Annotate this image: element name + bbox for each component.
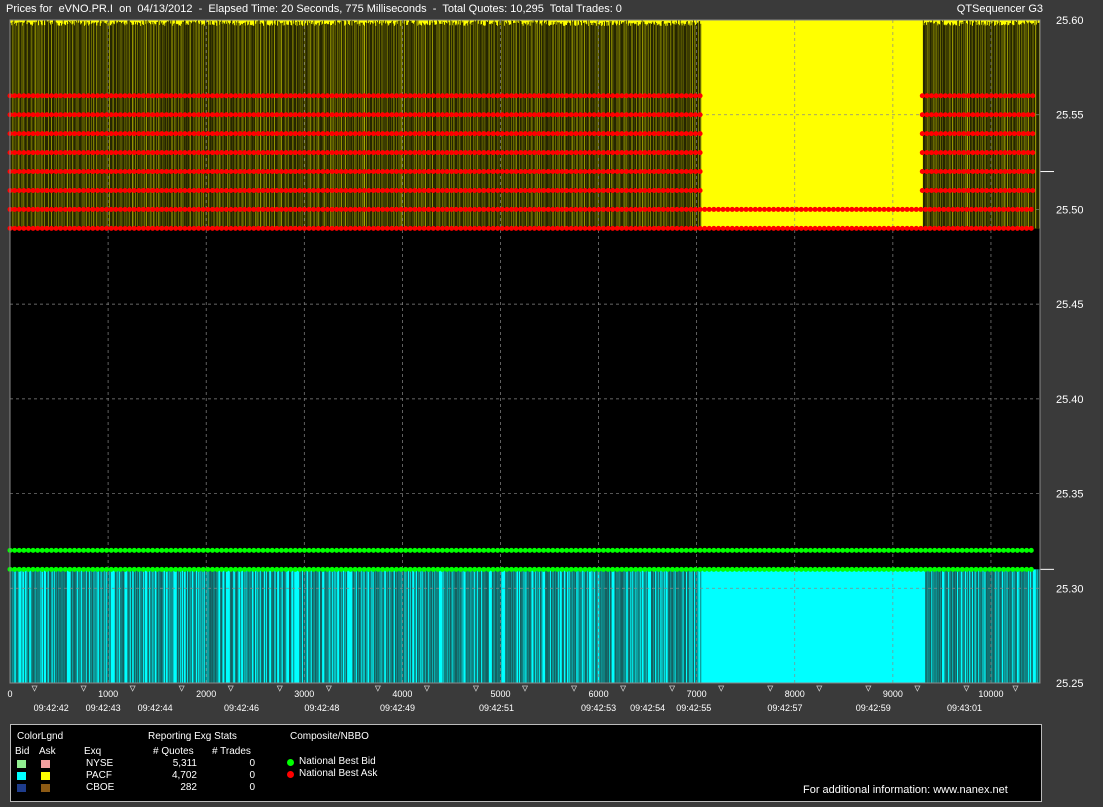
y-tick-label: 25.45 — [1056, 299, 1084, 311]
legend-panel: ColorLgnd Bid Ask Exq Reporting Exg Stat… — [10, 724, 1042, 802]
x-minor-tick — [816, 685, 823, 692]
x-tick-label: 6000 — [589, 689, 609, 699]
nbbo-ask-dot — [287, 771, 294, 778]
cboe-ask-swatch — [41, 784, 50, 792]
x-tick-label: 4000 — [392, 689, 412, 699]
x-tick-label: 9000 — [883, 689, 903, 699]
x-tick-label: 5000 — [490, 689, 510, 699]
price-chart: 25.25 25.30 25.35 25.40 25.45 25.50 25.55 25.60… — [7, 15, 1084, 713]
cboe-bid-swatch — [17, 784, 26, 792]
x-minor-tick — [914, 685, 921, 692]
x-minor-tick — [423, 685, 430, 692]
time-label: 09:42:49 — [380, 703, 415, 713]
x-tick-label: 2000 — [196, 689, 216, 699]
y-tick-label: 25.60 — [1056, 15, 1084, 27]
x-tick-label: 1000 — [98, 689, 118, 699]
time-label: 09:42:57 — [767, 703, 802, 713]
legend-row-trades: 0 — [249, 758, 255, 769]
x-tick-label: 3000 — [294, 689, 314, 699]
x-minor-tick — [472, 685, 480, 692]
legend-footer: For additional information: www.nanex.ne… — [803, 784, 1008, 796]
y-tick-label: 25.55 — [1056, 110, 1084, 122]
x-minor-tick — [521, 685, 529, 692]
legend-row-trades: 0 — [249, 770, 255, 781]
legend-row-exchange: CBOE — [86, 782, 115, 793]
x-tick-label: 10000 — [978, 689, 1003, 699]
x-minor-tick — [325, 685, 332, 692]
time-label: 09:42:43 — [86, 703, 121, 713]
time-label: 09:42:42 — [34, 703, 69, 713]
time-label: 09:42:48 — [304, 703, 339, 713]
x-minor-tick — [129, 685, 136, 692]
legend-nbbo-bid-label: National Best Bid — [299, 756, 376, 767]
pacf-bid-swatch — [17, 772, 26, 780]
x-minor-tick — [1012, 685, 1019, 692]
time-label: 09:42:53 — [581, 703, 616, 713]
legend-row-quotes: 5,311 — [172, 758, 197, 769]
x-tick-label: 8000 — [785, 689, 805, 699]
legend-bid-header: Bid — [15, 746, 30, 757]
legend-title: ColorLgnd — [17, 731, 64, 742]
nyse-ask-swatch — [41, 760, 50, 768]
x-minor-tick — [620, 685, 627, 692]
legend-trades-header: # Trades — [212, 746, 251, 757]
legend-row-quotes: 4,702 — [171, 770, 197, 781]
legend-ask-header: Ask — [39, 746, 56, 757]
nbbo-bid-dot — [287, 759, 294, 766]
nyse-bid-swatch — [17, 760, 26, 768]
time-label: 09:42:59 — [856, 703, 891, 713]
time-label: 09:43:01 — [947, 703, 982, 713]
y-tick-label: 25.25 — [1056, 678, 1084, 690]
x-minor-tick — [669, 685, 676, 692]
pacf-ask-swatch — [41, 772, 50, 780]
x-minor-tick — [276, 685, 283, 692]
time-label: 09:42:46 — [224, 703, 259, 713]
x-minor-tick — [80, 685, 87, 692]
y-tick-label: 25.40 — [1056, 394, 1084, 406]
y-tick-label: 25.30 — [1056, 583, 1084, 595]
legend-nbbo-ask-label: National Best Ask — [299, 768, 378, 779]
x-minor-tick — [865, 685, 872, 692]
x-tick-label: 0 — [7, 689, 12, 699]
x-minor-tick — [374, 685, 381, 692]
legend-row-exchange: NYSE — [86, 758, 114, 769]
x-minor-tick — [570, 685, 578, 692]
x-minor-tick — [227, 685, 234, 692]
y-tick-label: 25.35 — [1056, 489, 1084, 501]
x-minor-tick — [767, 685, 774, 692]
legend-exq-header: Exq — [84, 746, 102, 757]
legend-quotes-header: # Quotes — [153, 746, 194, 757]
legend-row-trades: 0 — [249, 782, 255, 793]
y-tick-label: 25.50 — [1056, 204, 1084, 216]
time-label: 09:42:51 — [479, 703, 514, 713]
time-label: 09:42:55 — [676, 703, 711, 713]
legend-composite-title: Composite/NBBO — [290, 731, 369, 742]
legend-row-quotes: 282 — [180, 782, 197, 793]
x-minor-tick — [963, 685, 970, 692]
x-minor-tick — [178, 685, 185, 692]
legend-row-exchange: PACF — [86, 770, 112, 781]
time-label: 09:42:54 — [630, 703, 665, 713]
x-minor-tick — [31, 685, 38, 692]
time-label: 09:42:44 — [138, 703, 173, 713]
x-minor-tick — [718, 685, 725, 692]
x-tick-label: 7000 — [687, 689, 707, 699]
legend-stats-title: Reporting Exg Stats — [148, 731, 237, 742]
